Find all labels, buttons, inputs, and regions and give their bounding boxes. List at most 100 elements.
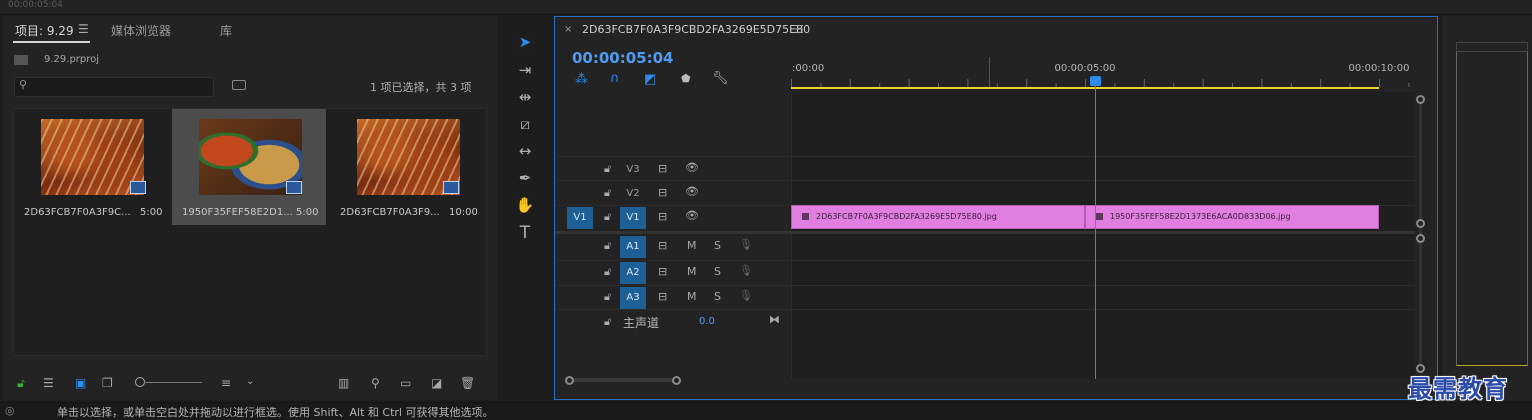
- timeline-clip[interactable]: 1950F35FEF58E2D1373E6ACA0D833D06.jpg: [1085, 205, 1379, 229]
- close-icon[interactable]: ×: [564, 24, 572, 35]
- timeline-clip[interactable]: 2D63FCB7F0A3F9CBD2FA3269E5D75E80.jpg: [791, 205, 1085, 229]
- fx-badge-icon: [1096, 213, 1103, 220]
- type-tool-icon[interactable]: T: [508, 223, 542, 245]
- source-patch-v1[interactable]: V1: [567, 207, 593, 229]
- item-duration: 5:00: [140, 207, 163, 218]
- sync-lock-icon[interactable]: ⊟: [658, 265, 667, 278]
- item-duration: 10:00: [449, 207, 478, 218]
- scroll-knob[interactable]: [672, 376, 681, 385]
- microphone-icon[interactable]: 🎙︎: [739, 289, 753, 302]
- hand-tool-icon[interactable]: ✋: [508, 196, 542, 218]
- active-tab-underline: [13, 41, 90, 43]
- track-label[interactable]: V3: [620, 159, 646, 181]
- track-lock-icon[interactable]: 🔓︎: [604, 239, 611, 253]
- track-label[interactable]: V2: [620, 183, 646, 205]
- scroll-knob[interactable]: [1416, 95, 1425, 104]
- project-item-grid: 2D63FCB7F0A3F9C... 5:00 1950F35FEF58E2D1…: [13, 108, 487, 356]
- selection-tool-icon[interactable]: ➤: [508, 33, 542, 55]
- scroll-knob[interactable]: [1416, 234, 1425, 243]
- slip-tool-icon[interactable]: ↔: [508, 142, 542, 164]
- new-item-icon[interactable]: ◪: [431, 376, 442, 390]
- find-icon[interactable]: ⚲: [371, 376, 380, 390]
- track-lock-icon[interactable]: 🔓︎: [604, 210, 611, 224]
- razor-tool-icon[interactable]: ⧄: [508, 115, 542, 137]
- tab-media-browser[interactable]: 媒体浏览器: [111, 22, 171, 39]
- zoom-slider-track[interactable]: [144, 382, 202, 383]
- ruler-label: 00:00:05:00: [1054, 63, 1115, 74]
- sync-lock-icon[interactable]: ⊟: [658, 210, 667, 223]
- sort-icon[interactable]: ≡: [221, 376, 231, 390]
- eye-icon[interactable]: 👁︎: [685, 185, 699, 198]
- linked-selection-icon[interactable]: ◩: [644, 72, 656, 87]
- new-bin-from-search-icon[interactable]: [232, 80, 246, 90]
- ripple-edit-tool-icon[interactable]: ⇹: [508, 88, 542, 110]
- track-lock-icon[interactable]: 🔓︎: [604, 315, 611, 329]
- mute-button[interactable]: M: [687, 265, 697, 278]
- panel-menu-icon[interactable]: ☰: [794, 23, 804, 36]
- icon-view-icon[interactable]: ▣: [75, 376, 86, 390]
- status-text: 单击以选择，或单击空白处并拖动以进行框选。使用 Shift、Alt 和 Ctrl…: [57, 406, 494, 419]
- solo-button[interactable]: S: [714, 265, 721, 278]
- trash-icon[interactable]: 🗑︎: [460, 376, 475, 390]
- tab-library[interactable]: 库: [220, 22, 232, 39]
- status-icon: ◎: [5, 404, 15, 417]
- scroll-knob[interactable]: [1416, 219, 1425, 228]
- scroll-knob[interactable]: [565, 376, 574, 385]
- playhead-handle[interactable]: [1090, 76, 1101, 86]
- track-header-v2: 🔓︎ V2 ⊟ 👁︎: [555, 182, 791, 206]
- microphone-icon[interactable]: 🎙︎: [739, 264, 753, 277]
- solo-button[interactable]: S: [714, 239, 721, 252]
- list-view-icon[interactable]: ☰: [43, 376, 54, 390]
- track-lock-icon[interactable]: 🔓︎: [604, 186, 611, 200]
- wrench-icon[interactable]: 🔧︎: [712, 71, 729, 86]
- project-file-name: 9.29.prproj: [44, 54, 100, 65]
- master-volume-value[interactable]: 0.0: [699, 316, 715, 327]
- search-input[interactable]: ⚲: [14, 77, 214, 97]
- track-lock-icon[interactable]: 🔓︎: [604, 290, 611, 304]
- tab-project[interactable]: 项目: 9.29: [15, 22, 74, 39]
- go-to-end-icon[interactable]: ⧓: [769, 313, 780, 326]
- automate-to-sequence-icon[interactable]: ▥: [338, 376, 349, 390]
- eye-icon[interactable]: 👁︎: [685, 161, 699, 174]
- chevron-down-icon[interactable]: ⌄: [246, 376, 254, 387]
- freeform-view-icon[interactable]: ❐: [102, 376, 113, 390]
- mute-button[interactable]: M: [687, 290, 697, 303]
- project-item[interactable]: 2D63FCB7F0A3F9C... 5:00: [14, 109, 168, 225]
- sequence-badge-icon: [443, 181, 459, 194]
- panel-menu-icon[interactable]: ☰: [78, 22, 89, 36]
- snap-magnet-icon[interactable]: ∩: [610, 71, 620, 86]
- track-select-tool-icon[interactable]: ⇥: [508, 61, 542, 83]
- sync-lock-icon[interactable]: ⊟: [658, 186, 667, 199]
- project-item[interactable]: 1950F35FEF58E2D1... 5:00: [172, 109, 326, 225]
- mute-button[interactable]: M: [687, 239, 697, 252]
- eye-icon[interactable]: 👁︎: [685, 209, 699, 222]
- pen-tool-icon[interactable]: ✒: [508, 169, 542, 191]
- master-track-label: 主声道: [623, 316, 660, 330]
- work-area-bar[interactable]: [791, 87, 1379, 89]
- sync-lock-icon[interactable]: ⊟: [658, 162, 667, 175]
- microphone-icon[interactable]: 🎙︎: [739, 238, 753, 251]
- clip-name: 2D63FCB7F0A3F9CBD2FA3269E5D75E80.jpg: [816, 212, 997, 221]
- horizontal-scrollbar[interactable]: [567, 378, 679, 382]
- sequence-tab[interactable]: 2D63FCB7F0A3F9CBD2FA3269E5D75E80: [582, 23, 810, 36]
- audio-meters-panel: [1442, 16, 1532, 400]
- thumbnail-image: [41, 119, 144, 195]
- playhead-timecode[interactable]: 00:00:05:04: [572, 49, 674, 67]
- new-bin-icon[interactable]: ▭: [400, 376, 411, 390]
- lock-icon[interactable]: 🔓︎: [17, 376, 25, 391]
- video-audio-divider[interactable]: [555, 231, 1415, 234]
- project-item[interactable]: 2D63FCB7F0A3F9... 10:00: [330, 109, 484, 225]
- sync-lock-icon[interactable]: ⊟: [658, 239, 667, 252]
- track-area[interactable]: [791, 92, 1415, 379]
- sync-lock-icon[interactable]: ⊟: [658, 290, 667, 303]
- playhead-line[interactable]: [1095, 77, 1096, 379]
- track-lock-icon[interactable]: 🔓︎: [604, 162, 611, 176]
- solo-button[interactable]: S: [714, 290, 721, 303]
- track-label[interactable]: A1: [620, 236, 646, 258]
- track-label[interactable]: A2: [620, 262, 646, 284]
- track-label[interactable]: A3: [620, 287, 646, 309]
- track-label[interactable]: V1: [620, 207, 646, 229]
- nest-icon[interactable]: ⁂: [575, 72, 588, 87]
- track-lock-icon[interactable]: 🔓︎: [604, 265, 611, 279]
- add-marker-icon[interactable]: ⬟: [681, 72, 691, 85]
